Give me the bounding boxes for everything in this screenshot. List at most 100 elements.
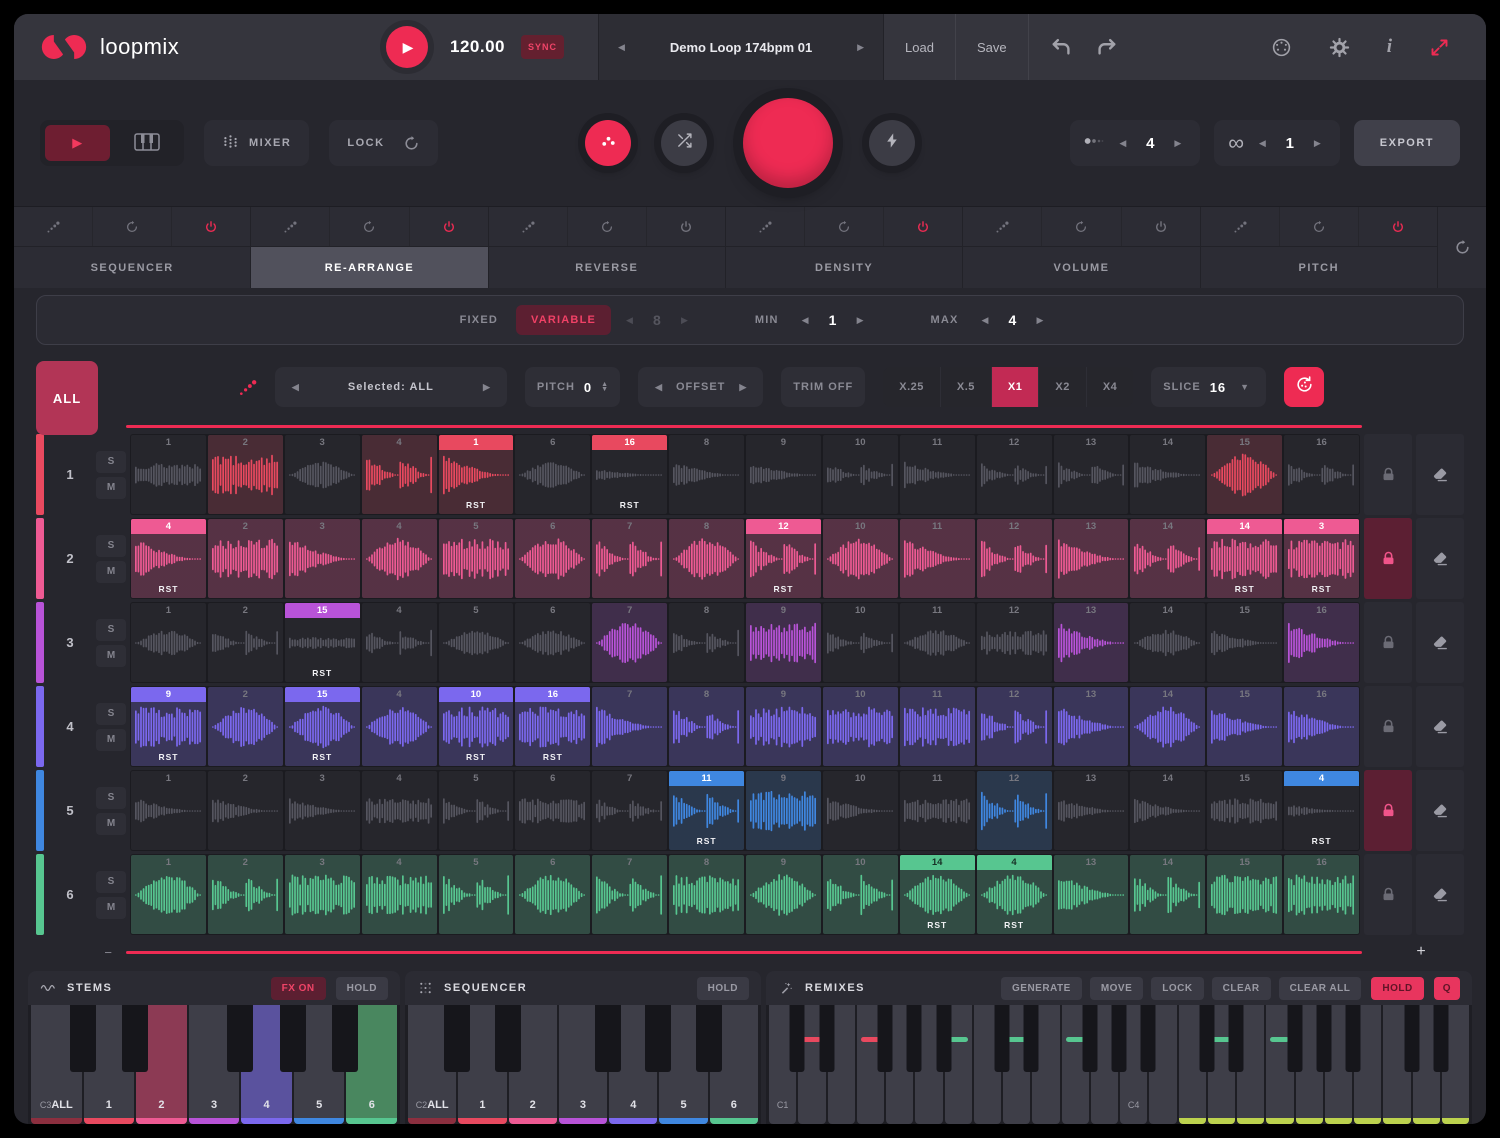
grid-cell[interactable]: 15 — [1207, 435, 1282, 514]
piano-black-key[interactable] — [495, 1005, 521, 1072]
grid-cell[interactable]: 4 — [362, 771, 437, 850]
dots-icon[interactable] — [726, 207, 805, 246]
grid-cell[interactable]: 8 — [669, 519, 744, 598]
power-icon[interactable] — [1122, 207, 1200, 246]
grid-cell[interactable]: 3RST — [1284, 519, 1359, 598]
power-icon[interactable] — [172, 207, 250, 246]
selected-prev-button[interactable]: ◀ — [287, 381, 304, 394]
grid-cell[interactable]: 8 — [669, 687, 744, 766]
grid-cell[interactable]: 6 — [515, 855, 590, 934]
piano-black-key[interactable] — [227, 1005, 253, 1072]
grid-cell[interactable]: 3 — [285, 519, 360, 598]
grid-cell[interactable]: 15 — [1207, 687, 1282, 766]
randomize-button[interactable] — [1284, 367, 1324, 407]
sequencer-hold-button[interactable]: HOLD — [697, 977, 749, 1000]
mute-button[interactable]: M — [96, 645, 126, 667]
lock-button[interactable]: LOCK — [1151, 977, 1203, 1000]
refresh-icon[interactable] — [568, 207, 647, 246]
quantize-button[interactable]: Q — [1434, 977, 1460, 1000]
grid-cell[interactable]: 14RST — [900, 855, 975, 934]
grid-cell[interactable]: 15 — [1207, 855, 1282, 934]
refresh-icon[interactable] — [1042, 207, 1121, 246]
grid-cell[interactable]: 16 — [1284, 603, 1359, 682]
dots-icon[interactable] — [14, 207, 93, 246]
min-next-button[interactable]: ▶ — [852, 314, 869, 327]
offset-next-button[interactable]: ▶ — [734, 381, 751, 394]
piano-black-key[interactable] — [1433, 1005, 1448, 1072]
grid-cell[interactable]: 4 — [362, 519, 437, 598]
dots-icon[interactable] — [489, 207, 568, 246]
grid-cell[interactable]: 1 — [131, 771, 206, 850]
grid-cell[interactable]: 6 — [515, 435, 590, 514]
grid-cell[interactable]: 3 — [285, 435, 360, 514]
grid-cell[interactable]: 8 — [669, 603, 744, 682]
grid-cell[interactable]: 10 — [823, 771, 898, 850]
grid-cell[interactable]: 12 — [977, 687, 1052, 766]
grid-cell[interactable]: 7 — [592, 855, 667, 934]
sync-button[interactable]: SYNC — [521, 35, 564, 59]
grid-cell[interactable]: 12RST — [746, 519, 821, 598]
grid-cell[interactable]: 16 — [1284, 855, 1359, 934]
lock-button[interactable] — [1364, 518, 1412, 599]
grid-cell[interactable]: 5 — [439, 603, 514, 682]
grid-cell[interactable]: 5 — [439, 519, 514, 598]
erase-button[interactable] — [1416, 686, 1464, 767]
grid-cell[interactable]: 6 — [515, 771, 590, 850]
save-button[interactable]: Save — [956, 14, 1029, 80]
lock-label[interactable]: LOCK — [347, 137, 384, 149]
preset-next-button[interactable]: ▶ — [852, 41, 869, 54]
grid-cell[interactable]: 9 — [746, 603, 821, 682]
preset-prev-button[interactable]: ◀ — [613, 41, 630, 54]
grid-cell[interactable]: 10RST — [439, 687, 514, 766]
grid-cell[interactable]: 6 — [515, 519, 590, 598]
shuffle-knob[interactable] — [661, 120, 707, 166]
redo-button[interactable] — [1095, 36, 1117, 58]
power-icon[interactable] — [1359, 207, 1437, 246]
grid-cell[interactable]: 15RST — [285, 603, 360, 682]
piano-black-key[interactable] — [1024, 1005, 1039, 1072]
grid-cell[interactable]: 2 — [208, 435, 283, 514]
grid-cell[interactable]: 11RST — [669, 771, 744, 850]
grid-cell[interactable]: 13 — [1054, 435, 1129, 514]
grid-cell[interactable]: 15 — [1207, 603, 1282, 682]
grid-cell[interactable]: 2 — [208, 855, 283, 934]
steps-next-button[interactable]: ▶ — [676, 314, 693, 327]
lock-button[interactable] — [1364, 686, 1412, 767]
midi-icon[interactable] — [1271, 37, 1292, 58]
trigger-knob[interactable] — [869, 120, 915, 166]
grid-cell[interactable]: 4RST — [131, 519, 206, 598]
fx-on-button[interactable]: FX ON — [271, 977, 326, 1000]
refresh-icon[interactable] — [1280, 207, 1359, 246]
power-icon[interactable] — [410, 207, 488, 246]
grid-cell[interactable]: 7 — [592, 519, 667, 598]
load-button[interactable]: Load — [884, 14, 956, 80]
lock-refresh-icon[interactable] — [403, 135, 420, 152]
mute-button[interactable]: M — [96, 813, 126, 835]
grid-cell[interactable]: 1 — [131, 855, 206, 934]
main-remix-button[interactable] — [743, 98, 833, 188]
grid-cell[interactable]: 13 — [1054, 603, 1129, 682]
tab-sequencer[interactable]: SEQUENCER — [14, 247, 250, 288]
selected-next-button[interactable]: ▶ — [478, 381, 495, 394]
scroll-range-bar[interactable] — [126, 951, 1362, 954]
grid-cell[interactable]: 5 — [439, 855, 514, 934]
play-button[interactable]: ▶ — [386, 26, 428, 68]
grid-cell[interactable]: 13 — [1054, 771, 1129, 850]
grid-cell[interactable]: 3 — [285, 855, 360, 934]
grid-cell[interactable]: 2 — [208, 603, 283, 682]
piano-black-key[interactable] — [645, 1005, 671, 1072]
power-icon[interactable] — [647, 207, 725, 246]
pattern-prev-button[interactable]: ◀ — [1114, 137, 1131, 150]
grid-cell[interactable]: 8 — [669, 435, 744, 514]
grid-cell[interactable]: 12 — [977, 771, 1052, 850]
piano-black-key[interactable] — [1112, 1005, 1127, 1072]
solo-button[interactable]: S — [96, 703, 126, 725]
grid-cell[interactable]: 12 — [977, 435, 1052, 514]
grid-cell[interactable]: 10 — [823, 687, 898, 766]
grid-cell[interactable]: 7 — [592, 603, 667, 682]
solo-button[interactable]: S — [96, 451, 126, 473]
clear-all-button[interactable]: CLEAR ALL — [1279, 977, 1362, 1000]
lock-button[interactable] — [1364, 770, 1412, 851]
lock-button[interactable] — [1364, 602, 1412, 683]
refresh-icon[interactable] — [805, 207, 884, 246]
